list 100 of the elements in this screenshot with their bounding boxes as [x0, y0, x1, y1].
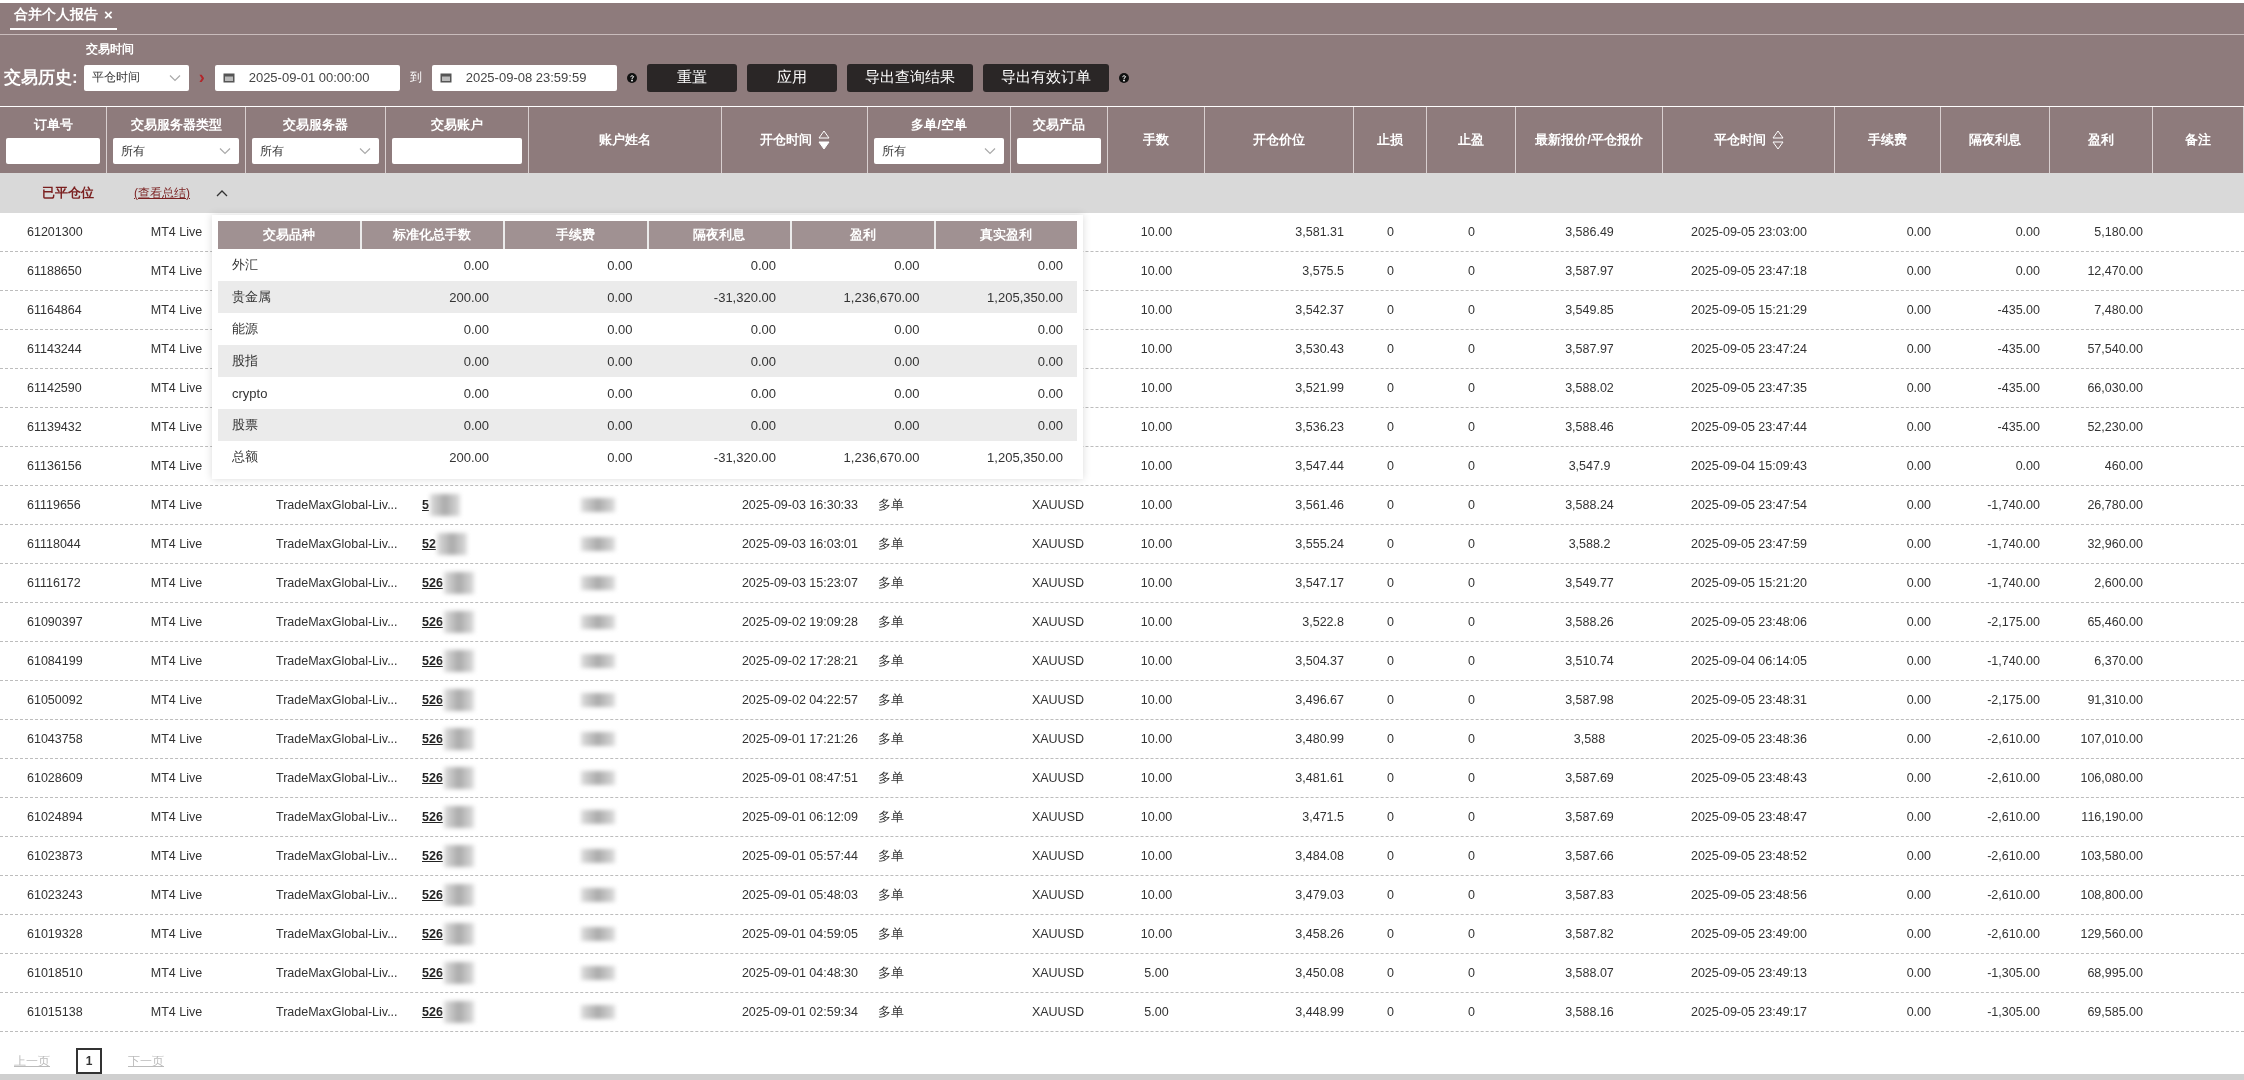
table-cell: 0 [1387, 888, 1394, 903]
table-cell: 61024894 [27, 810, 83, 825]
table-cell: MT4 Live [150, 264, 203, 279]
table-cell: MT4 Live [150, 225, 203, 240]
account-link[interactable]: 526 [422, 576, 443, 591]
column-header: 隔夜利息 [648, 221, 790, 250]
calendar-icon [222, 72, 235, 84]
action-button[interactable]: 导出查询结果 [846, 63, 973, 92]
table-cell: 0 [1387, 1005, 1394, 1020]
table-cell: TradeMaxGlobal-Liv... [276, 615, 398, 630]
table-cell: MT4 Live [150, 381, 203, 396]
account-link[interactable]: 526 [422, 888, 443, 903]
table-cell: MT4 Live [150, 459, 203, 474]
group-label: 已平仓位 [42, 184, 94, 203]
table-cell: XAUUSD [1031, 966, 1084, 981]
filter-select[interactable]: 所有 [874, 138, 1004, 165]
table-cell: 多单 [878, 808, 904, 826]
table-cell: 10.00 [1140, 654, 1173, 669]
table-cell: TradeMaxGlobal-Liv... [276, 966, 398, 981]
account-link[interactable]: 52 [422, 537, 436, 552]
filter-select[interactable]: 所有 [252, 138, 379, 165]
account-link[interactable]: 526 [422, 810, 443, 825]
table-cell: 2025-09-05 23:47:24 [1690, 342, 1808, 357]
table-cell: 3,547.44 [1295, 459, 1344, 474]
table-cell: MT4 Live [150, 303, 203, 318]
select-value: 所有 [121, 142, 145, 160]
table-cell: 0.00 [1906, 966, 1931, 981]
table-cell: 91,310.00 [2087, 693, 2143, 708]
table-cell: 61164864 [27, 303, 82, 318]
table-cell: 69,585.00 [2087, 1005, 2143, 1020]
table-cell: 0.00 [1906, 576, 1931, 591]
field-label: 交易时间 [86, 40, 135, 58]
action-button[interactable]: 应用 [746, 63, 837, 92]
table-cell: 0.00 [1906, 654, 1931, 669]
column-header: 标准化总手数 [361, 221, 503, 250]
table-cell: 0 [1387, 966, 1394, 981]
report-tab[interactable]: 合并个人报告 × [10, 5, 117, 30]
table-cell: 3,542.37 [1295, 303, 1344, 318]
table-cell: 2025-09-04 06:14:05 [1690, 654, 1808, 669]
table-cell: 0 [1468, 498, 1475, 513]
chevron-down-icon [984, 147, 996, 156]
table-cell: 2025-09-01 02:59:34 [741, 1005, 858, 1020]
date-field[interactable]: 2025-09-08 23:59:59 [431, 64, 617, 91]
time-type-select[interactable]: 平仓时间 [83, 64, 189, 91]
action-button[interactable]: 导出有效订单 [982, 63, 1109, 92]
filter-input[interactable] [1017, 138, 1101, 165]
table-cell: 0 [1468, 966, 1475, 981]
table-cell: 57,540.00 [2087, 342, 2143, 357]
account-link[interactable]: 526 [422, 927, 443, 942]
account-link[interactable]: 526 [422, 654, 443, 669]
account-link[interactable]: 526 [422, 849, 443, 864]
close-icon[interactable]: × [104, 6, 113, 24]
action-button[interactable]: 重置 [646, 63, 737, 92]
table-cell: 0.00 [1906, 264, 1931, 279]
account-link[interactable]: 526 [422, 771, 443, 786]
table-cell: 61018510 [27, 966, 83, 981]
table-cell: MT4 Live [150, 771, 203, 786]
summary-link[interactable]: (查看总结) [134, 184, 190, 202]
table-cell: 61201300 [27, 225, 83, 240]
account-link[interactable]: 526 [422, 693, 443, 708]
table-cell: 0 [1468, 459, 1475, 474]
table-cell: 多单 [878, 652, 904, 670]
table-cell: 2025-09-05 23:47:44 [1690, 420, 1808, 435]
table-cell: 3,588 [1573, 732, 1606, 747]
account-link[interactable]: 5 [422, 498, 429, 513]
account-link[interactable]: 526 [422, 966, 443, 981]
page-number[interactable]: 1 [76, 1048, 102, 1075]
account-link[interactable]: 526 [422, 732, 443, 747]
table-cell: MT4 Live [150, 576, 203, 591]
table-cell: 10.00 [1140, 849, 1173, 864]
table-cell: 2025-09-05 23:49:13 [1690, 966, 1808, 981]
table-cell: TradeMaxGlobal-Liv... [276, 654, 398, 669]
date-field[interactable]: 2025-09-01 00:00:00 [214, 64, 400, 91]
table-cell: TradeMaxGlobal-Liv... [276, 810, 398, 825]
table-cell: 2025-09-05 23:03:00 [1690, 225, 1808, 240]
table-cell: 5,180.00 [2094, 225, 2143, 240]
account-link[interactable]: 526 [422, 615, 443, 630]
table-cell: 3,587.97 [1565, 264, 1614, 279]
table-cell: XAUUSD [1031, 771, 1084, 786]
table-cell: 2025-09-05 23:47:35 [1690, 381, 1808, 396]
table-cell: 52,230.00 [2087, 420, 2143, 435]
table-cell: 10.00 [1140, 927, 1173, 942]
table-cell: 10.00 [1140, 888, 1173, 903]
table-cell: 3,547.17 [1295, 576, 1344, 591]
table-cell: 0 [1387, 264, 1394, 279]
table-cell: 61023243 [27, 888, 83, 903]
table-cell: MT4 Live [150, 420, 203, 435]
filter-input[interactable] [6, 138, 100, 165]
table-cell: 0 [1387, 654, 1394, 669]
table-cell: 61118044 [27, 537, 81, 552]
filter-select[interactable]: 所有 [113, 138, 239, 165]
table-cell: 0.00 [1906, 771, 1931, 786]
table-cell: 10.00 [1140, 381, 1173, 396]
table-cell: 多单 [878, 730, 904, 748]
table-cell: 3,510.74 [1565, 654, 1614, 669]
table-cell: 61090397 [27, 615, 83, 630]
filter-input[interactable] [392, 138, 522, 165]
account-link[interactable]: 526 [422, 1005, 443, 1020]
table-cell: 10.00 [1140, 342, 1173, 357]
table-cell: -1,740.00 [1987, 498, 2040, 513]
